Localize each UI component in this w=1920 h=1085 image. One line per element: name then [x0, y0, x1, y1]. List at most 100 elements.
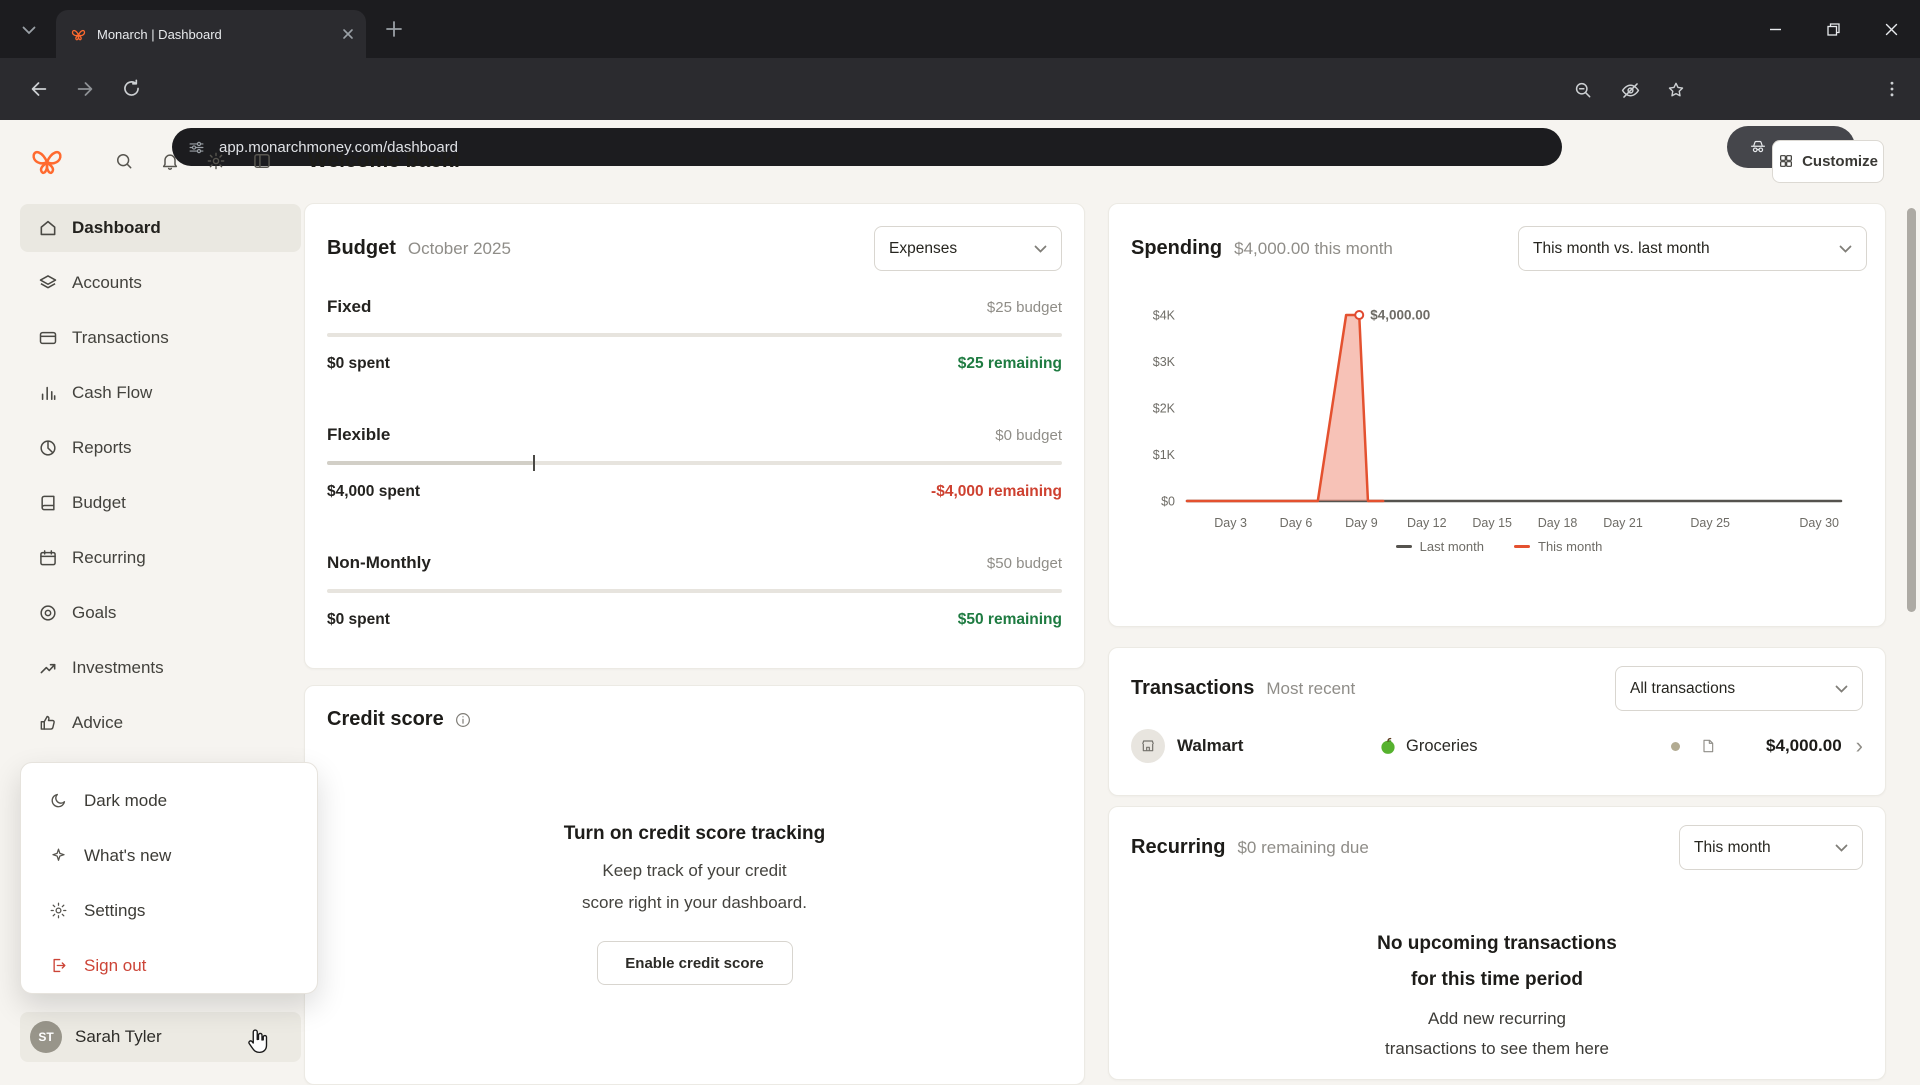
sidebar-item-label: Budget	[72, 493, 126, 513]
recurring-subtitle: $0 remaining due	[1237, 838, 1368, 858]
home-icon	[38, 218, 58, 238]
legend-this-month: This month	[1514, 539, 1602, 554]
avatar: ST	[30, 1021, 62, 1053]
reload-button[interactable]	[121, 78, 142, 99]
moon-icon	[49, 791, 68, 810]
sidebar-item-label: Transactions	[72, 328, 169, 348]
eye-off-icon[interactable]	[1620, 80, 1641, 101]
window-restore-button[interactable]	[1804, 0, 1862, 58]
sidebar-item-transactions[interactable]: Transactions	[20, 314, 301, 362]
menu-item-settings[interactable]: Settings	[21, 883, 317, 938]
sidebar-item-investments[interactable]: Investments	[20, 644, 301, 692]
budget-row-budget: $0 budget	[995, 427, 1062, 444]
budget-period: October 2025	[408, 239, 511, 259]
monarch-favicon	[70, 26, 87, 43]
credit-title: Credit score	[327, 708, 444, 731]
budget-row-spent: $4,000 spent	[327, 483, 420, 505]
chevron-down-icon	[1034, 245, 1047, 253]
user-profile-button[interactable]: ST Sarah Tyler	[20, 1012, 301, 1062]
budget-row-remaining: $25 remaining	[958, 355, 1062, 377]
transactions-filter-select[interactable]: All transactions	[1615, 666, 1863, 711]
sidebar-item-advice[interactable]: Advice	[20, 699, 301, 747]
budget-title: Budget	[327, 237, 396, 260]
sidebar-item-dashboard[interactable]: Dashboard	[20, 204, 301, 252]
transaction-amount: $4,000.00	[1720, 736, 1842, 756]
budget-row-fixed: Fixed $25 budget $0 spent $25 remaining	[327, 297, 1062, 377]
notifications-bell-button[interactable]	[160, 151, 180, 171]
user-name: Sarah Tyler	[75, 1027, 162, 1047]
groceries-apple-icon	[1379, 737, 1397, 755]
sidebar-item-accounts[interactable]: Accounts	[20, 259, 301, 307]
layers-icon	[38, 273, 58, 293]
recurring-filter-value: This month	[1694, 839, 1771, 857]
tab-strip: Monarch | Dashboard	[0, 0, 1920, 58]
transactions-card: Transactions Most recent All transaction…	[1108, 647, 1886, 796]
forward-button[interactable]	[74, 78, 96, 100]
sidebar-item-cash-flow[interactable]: Cash Flow	[20, 369, 301, 417]
budget-row-flexible: Flexible $0 budget $4,000 spent -$4,000 …	[327, 425, 1062, 505]
settings-gear-button[interactable]	[206, 151, 226, 171]
legend-swatch-this-month	[1514, 545, 1530, 548]
transaction-row[interactable]: Walmart Groceries $4,000.00 ›	[1131, 729, 1863, 763]
budget-row-budget: $25 budget	[987, 299, 1062, 316]
sidebar-item-label: Recurring	[72, 548, 146, 568]
spending-line-chart: $0$1K$2K$3K$4KDay 3Day 6Day 9Day 12Day 1…	[1131, 285, 1871, 537]
legend-last-month: Last month	[1396, 539, 1484, 554]
budget-progress-bar	[327, 333, 1062, 337]
enable-credit-score-button[interactable]: Enable credit score	[597, 941, 793, 985]
window-controls	[1746, 0, 1920, 58]
sidebar-item-budget[interactable]: Budget	[20, 479, 301, 527]
sidebar-item-reports[interactable]: Reports	[20, 424, 301, 472]
transaction-category: Groceries	[1406, 737, 1478, 756]
info-icon[interactable]	[454, 711, 472, 729]
tab-search-button[interactable]	[14, 15, 44, 45]
browser-menu-icon[interactable]	[1882, 79, 1902, 99]
book-icon	[38, 493, 58, 513]
transactions-subtitle: Most recent	[1266, 679, 1355, 699]
transactions-filter-value: All transactions	[1630, 680, 1735, 698]
window-close-button[interactable]	[1862, 0, 1920, 58]
search-button[interactable]	[114, 151, 134, 171]
menu-item-sign-out[interactable]: Sign out	[21, 938, 317, 993]
customize-button[interactable]: Customize	[1772, 140, 1884, 183]
menu-item-dark-mode[interactable]: Dark mode	[21, 773, 317, 828]
sidebar-toggle-button[interactable]	[252, 151, 272, 171]
sidebar-item-recurring[interactable]: Recurring	[20, 534, 301, 582]
monarch-logo[interactable]	[28, 142, 66, 180]
menu-item-label: What's new	[84, 846, 171, 866]
zoom-icon[interactable]	[1573, 80, 1593, 100]
new-tab-button[interactable]	[382, 17, 406, 41]
menu-item-label: Dark mode	[84, 791, 167, 811]
header-icon-group	[114, 151, 272, 171]
bookmark-star-icon[interactable]	[1666, 80, 1686, 100]
sidebar-nav: Dashboard Accounts Transactions Cash Flo…	[20, 204, 301, 754]
transactions-title: Transactions	[1131, 677, 1254, 700]
window-minimize-button[interactable]	[1746, 0, 1804, 58]
spending-card: Spending $4,000.00 this month This month…	[1108, 203, 1886, 627]
sidebar-item-label: Goals	[72, 603, 116, 623]
bar-chart-icon	[38, 383, 58, 403]
menu-item-whats-new[interactable]: What's new	[21, 828, 317, 883]
browser-tab-monarch[interactable]: Monarch | Dashboard	[56, 10, 366, 58]
transaction-merchant: Walmart	[1177, 736, 1243, 756]
recurring-filter-select[interactable]: This month	[1679, 825, 1863, 870]
svg-text:$3K: $3K	[1153, 355, 1176, 369]
chevron-right-icon[interactable]: ›	[1856, 735, 1863, 757]
spending-filter-select[interactable]: This month vs. last month	[1518, 226, 1867, 271]
svg-text:$2K: $2K	[1153, 402, 1176, 416]
svg-text:Day 30: Day 30	[1799, 516, 1839, 530]
app-header: Welcome back! Customize	[0, 120, 1920, 202]
svg-text:Day 9: Day 9	[1345, 516, 1378, 530]
user-menu-popup: Dark mode What's new Settings Sign out	[20, 762, 318, 994]
tab-close-icon[interactable]	[342, 28, 354, 40]
sidebar-item-label: Investments	[72, 658, 164, 678]
recurring-card: Recurring $0 remaining due This month No…	[1108, 806, 1886, 1080]
budget-filter-select[interactable]: Expenses	[874, 226, 1062, 271]
back-button[interactable]	[28, 78, 50, 100]
legend-label: Last month	[1420, 539, 1484, 554]
sidebar-item-label: Advice	[72, 713, 123, 733]
page-scrollbar-thumb[interactable]	[1907, 208, 1916, 612]
target-icon	[38, 603, 58, 623]
sidebar-item-goals[interactable]: Goals	[20, 589, 301, 637]
svg-text:$1K: $1K	[1153, 448, 1176, 462]
